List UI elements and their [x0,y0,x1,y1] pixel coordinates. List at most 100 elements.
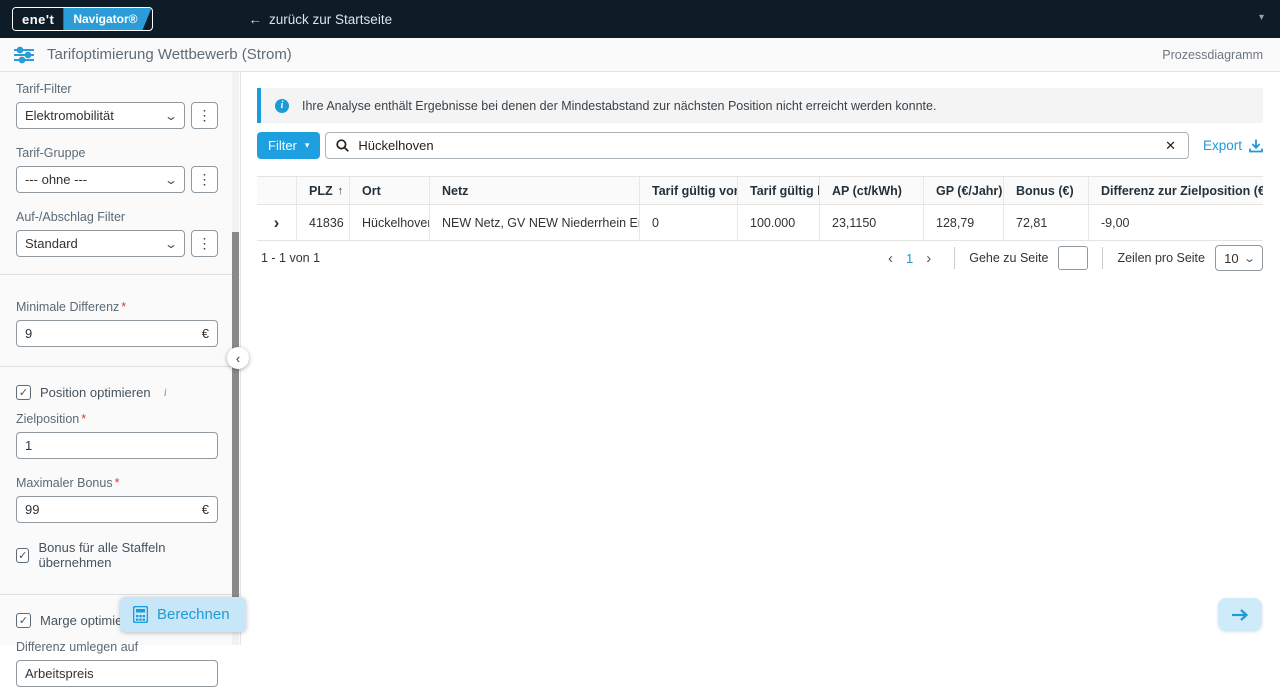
sliders-icon [14,46,34,64]
tarif-filter-menu-button[interactable]: ⋮ [191,102,218,129]
tarif-filter-label: Tarif-Filter [16,82,218,96]
bonus-staffeln-checkbox-row[interactable]: ✓ Bonus für alle Staffeln übernehmen [16,540,218,570]
filter-button[interactable]: Filter ▾ [257,132,320,159]
chevron-down-icon: ⌄ [164,237,178,251]
filter-button-label: Filter [268,138,297,153]
previous-page-icon[interactable]: ‹ [879,250,902,267]
table-header-row: PLZ ↑ Ort Netz Tarif gültig von Tarif gü… [257,177,1263,205]
download-icon [1249,139,1263,153]
check-icon: ✓ [19,386,28,399]
section-divider [0,594,240,595]
position-optimieren-checkbox-row[interactable]: ✓ Position optimieren i [16,385,218,400]
marge-optimieren-checkbox[interactable]: ✓ [16,613,31,628]
minimale-differenz-input[interactable]: 9 € [16,320,218,347]
required-mark: * [115,476,120,490]
differenz-umlegen-select[interactable]: Arbeitspreis [16,660,218,687]
pagination-bar: 1 - 1 von 1 ‹ 1 › Gehe zu Seite Zeilen p… [257,241,1263,275]
back-to-start-link[interactable]: ← zurück zur Startseite [249,12,393,27]
check-icon: ✓ [19,614,28,627]
page-header: Tarifoptimierung Wettbewerb (Strom) Proz… [0,38,1280,72]
calculator-icon [133,606,148,623]
position-optimieren-label: Position optimieren [40,385,151,400]
tarif-filter-select[interactable]: Elektromobilität ⌄ [16,102,185,129]
section-divider [0,274,240,275]
info-icon[interactable]: i [164,385,167,400]
cell-ap: 23,1150 [820,205,924,240]
process-diagram-link[interactable]: Prozessdiagramm [1162,48,1263,62]
column-header-tarif-gueltig-bis[interactable]: Tarif gültig bis [738,177,820,204]
table-row[interactable]: › 41836 Hückelhoven NEW Netz, GV NEW Nie… [257,205,1263,241]
column-header-gp[interactable]: GP (€/Jahr) [924,177,1004,204]
column-header-netz[interactable]: Netz [430,177,640,204]
column-header-plz[interactable]: PLZ ↑ [297,177,350,204]
cell-ort: Hückelhoven [350,205,430,240]
position-optimieren-checkbox[interactable]: ✓ [16,385,31,400]
search-icon [336,139,349,152]
sort-asc-icon: ↑ [338,185,344,197]
sidebar-scrollbar-thumb[interactable] [232,232,239,610]
chevron-down-icon: ⌄ [1243,252,1256,265]
column-header-bonus[interactable]: Bonus (€) [1004,177,1089,204]
cell-differenz: -9,00 [1089,205,1263,240]
tarif-gruppe-select[interactable]: --- ohne --- ⌄ [16,166,185,193]
page-number-1[interactable]: 1 [902,251,917,266]
enet-navigator-logo[interactable]: ene't Navigator® [12,7,153,31]
main-content: i Ihre Analyse enthält Ergebnisse bei de… [241,72,1280,645]
maximaler-bonus-label: Maximaler Bonus* [16,476,218,490]
goto-page-label: Gehe zu Seite [969,251,1048,265]
info-circle-icon: i [275,99,289,113]
back-link-label: zurück zur Startseite [269,12,392,27]
page-title: Tarifoptimierung Wettbewerb (Strom) [47,46,292,63]
search-input[interactable]: Hückelhoven ✕ [325,132,1189,159]
caret-down-icon: ▾ [305,140,310,151]
topbar-menu-caret-icon[interactable]: ▾ [1259,12,1264,23]
export-link[interactable]: Export [1203,138,1263,153]
sidebar-collapse-handle[interactable]: ‹ [227,347,249,369]
filter-toolbar: Filter ▾ Hückelhoven ✕ Export [257,132,1263,159]
rows-per-page-label: Zeilen pro Seite [1117,251,1205,265]
top-bar: ene't Navigator® ← zurück zur Startseite… [0,0,1280,38]
goto-page-input[interactable] [1058,246,1088,270]
cell-netz: NEW Netz, GV NEW Niederrhein Energie [430,205,640,240]
column-header-ap[interactable]: AP (ct/kWh) [820,177,924,204]
maximaler-bonus-value: 99 [25,502,39,517]
kebab-icon: ⋮ [198,235,212,252]
zielposition-input[interactable]: 1 [16,432,218,459]
required-mark: * [121,300,126,314]
back-arrow-icon: ← [249,12,263,27]
column-header-ort[interactable]: Ort [350,177,430,204]
pagination-divider [954,247,955,269]
check-icon: ✓ [18,549,27,562]
euro-suffix: € [202,502,209,517]
collapse-chevron-icon: ‹ [236,351,240,366]
column-header-tarif-gueltig-von[interactable]: Tarif gültig von [640,177,738,204]
zielposition-value: 1 [25,438,32,453]
berechnen-button[interactable]: Berechnen [120,597,246,632]
clear-search-icon[interactable]: ✕ [1163,138,1178,154]
auf-abschlag-select[interactable]: Standard ⌄ [16,230,185,257]
row-expand-cell[interactable]: › [257,205,297,240]
auf-abschlag-menu-button[interactable]: ⋮ [191,230,218,257]
berechnen-label: Berechnen [157,606,230,623]
tarif-gruppe-menu-button[interactable]: ⋮ [191,166,218,193]
maximaler-bonus-input[interactable]: 99 € [16,496,218,523]
next-page-icon[interactable]: › [917,250,940,267]
next-step-button[interactable] [1218,598,1262,631]
minimale-differenz-value: 9 [25,326,32,341]
rows-per-page-select[interactable]: 10 ⌄ [1215,245,1263,271]
cell-gp: 128,79 [924,205,1004,240]
search-value: Hückelhoven [358,138,1163,153]
bonus-staffeln-checkbox[interactable]: ✓ [16,548,29,563]
differenz-umlegen-label: Differenz umlegen auf [16,640,218,654]
expand-column-header [257,177,297,204]
cell-bonus: 72,81 [1004,205,1089,240]
pagination-divider [1102,247,1103,269]
zielposition-label: Zielposition* [16,412,218,426]
column-header-differenz[interactable]: Differenz zur Zielposition (€) [1089,177,1263,204]
export-label: Export [1203,138,1242,153]
rows-per-page-value: 10 [1224,251,1238,266]
section-divider [0,366,240,367]
logo-navigator-label: Navigator® [63,8,151,30]
tarif-gruppe-value: --- ohne --- [25,172,87,187]
minimale-differenz-label: Minimale Differenz* [16,300,218,314]
